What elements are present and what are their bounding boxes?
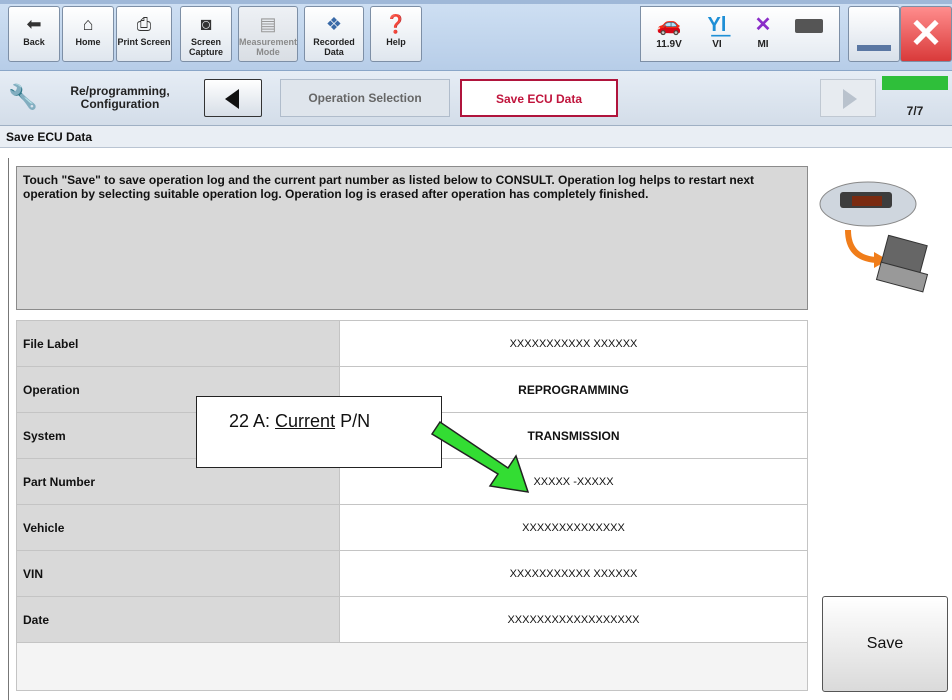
- home-icon: ⌂: [82, 14, 94, 34]
- back-button[interactable]: ⬅ Back: [8, 6, 60, 62]
- help-icon: ❓: [384, 14, 408, 34]
- home-button[interactable]: ⌂ Home: [62, 6, 114, 62]
- file-label-value: XXXXXXXXXXX XXXXXX: [499, 333, 648, 354]
- vin-value: XXXXXXXXXXX XXXXXX: [499, 563, 648, 584]
- ecu-data-table: File Label XXXXXXXXXXX XXXXXX Operation …: [16, 320, 808, 691]
- printer-icon: ⎙: [136, 14, 152, 34]
- callout-underlined: Current: [275, 411, 336, 431]
- recorded-data-icon: ❖: [325, 14, 343, 34]
- signal-icon: Y͟l: [707, 14, 727, 36]
- table-value-cell: XXXXXXXXXXX XXXXXX: [339, 550, 808, 597]
- table-key: Date: [16, 596, 340, 643]
- table-key: Vehicle: [16, 504, 340, 551]
- print-screen-button[interactable]: ⎙ Print Screen: [116, 6, 172, 62]
- progress-bar: [882, 76, 948, 90]
- recorded-data-button[interactable]: ❖ Recorded Data: [304, 6, 364, 62]
- step-save-ecu-data[interactable]: Save ECU Data: [460, 79, 618, 117]
- mi-cross-icon: ✕: [754, 14, 772, 36]
- back-arrow-icon: ⬅: [26, 14, 42, 34]
- annotation-arrow: [430, 420, 530, 493]
- transfer-arrow-icon: [845, 229, 877, 263]
- step-operation-selection[interactable]: Operation Selection: [280, 79, 450, 117]
- connection-status: [787, 11, 831, 39]
- car-to-laptop-illustration: [819, 181, 929, 293]
- save-button[interactable]: Save: [822, 596, 948, 692]
- camera-icon: ◙: [200, 14, 212, 34]
- close-icon: ✕: [909, 12, 943, 56]
- breadcrumb-section-label: Re/programming, Configuration: [70, 84, 170, 111]
- vi-status: Y͟l VI: [695, 11, 739, 50]
- vehicle-status-panel: 🚗 11.9V Y͟l VI ✕ MI: [640, 6, 840, 62]
- green-arrow-icon: [430, 420, 530, 493]
- next-step-button[interactable]: [820, 79, 876, 117]
- empty-cell: [16, 642, 808, 691]
- table-row-empty: [16, 642, 808, 691]
- reprogramming-icon: 🔧: [8, 84, 38, 111]
- page-title: Save ECU Data: [0, 126, 952, 148]
- help-button[interactable]: ❓ Help: [370, 6, 422, 62]
- vehicle-value: XXXXXXXXXXXXXX: [512, 517, 635, 538]
- table-row: Vehicle XXXXXXXXXXXXXX: [16, 504, 808, 551]
- system-value: TRANSMISSION: [527, 428, 620, 443]
- right-triangle-icon: [843, 89, 857, 109]
- instruction-text: Touch "Save" to save operation log and t…: [16, 166, 808, 310]
- table-value-cell: XXXXXXXXXXXXXX: [339, 504, 808, 551]
- screen-capture-button[interactable]: ◙ Screen Capture: [180, 6, 232, 62]
- measurement-icon: ▤: [259, 14, 277, 34]
- table-key: VIN: [16, 550, 340, 597]
- minimize-button[interactable]: [848, 6, 900, 62]
- table-row: VIN XXXXXXXXXXX XXXXXX: [16, 550, 808, 597]
- previous-step-button[interactable]: [204, 79, 262, 117]
- progress-counter: 7/7: [906, 104, 924, 118]
- table-row: File Label XXXXXXXXXXX XXXXXX: [16, 320, 808, 367]
- title-strip: [0, 0, 952, 4]
- left-triangle-icon: [225, 89, 239, 109]
- callout-prefix: 22 A:: [229, 411, 276, 431]
- ecu-screen-icon: [852, 196, 882, 206]
- close-button[interactable]: ✕: [900, 6, 952, 62]
- connector-icon: [787, 11, 831, 39]
- table-value-cell: XXXXXXXXXXX XXXXXX: [339, 320, 808, 367]
- date-value: XXXXXXXXXXXXXXXXXX: [497, 609, 650, 630]
- mi-status: ✕ MI: [741, 11, 785, 50]
- battery-status: 🚗 11.9V: [647, 11, 691, 50]
- measurement-mode-button[interactable]: ▤ Measurement Mode: [238, 6, 298, 62]
- top-toolbar: ⬅ Back ⌂ Home ⎙ Print Screen ◙ Screen Ca…: [0, 0, 952, 71]
- callout-suffix: P/N: [335, 411, 371, 431]
- table-key: File Label: [16, 320, 340, 367]
- minimize-icon: [857, 45, 891, 51]
- table-row: Date XXXXXXXXXXXXXXXXXX: [16, 596, 808, 643]
- operation-value: REPROGRAMMING: [518, 382, 629, 397]
- annotation-callout: 22 A: Current P/N: [196, 396, 442, 468]
- table-value-cell: XXXXXXXXXXXXXXXXXX: [339, 596, 808, 643]
- car-icon: 🚗: [656, 14, 682, 36]
